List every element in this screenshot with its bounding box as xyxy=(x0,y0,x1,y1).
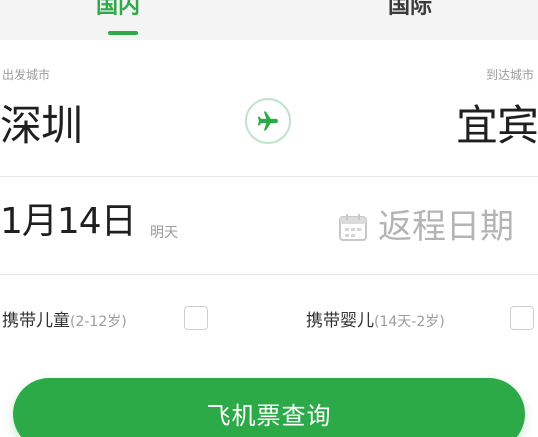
swap-cities-button[interactable] xyxy=(245,98,291,144)
infant-checkbox[interactable] xyxy=(510,306,534,330)
tab-international[interactable]: 国际 xyxy=(388,0,432,20)
departure-date[interactable]: 1月14日 xyxy=(0,198,137,246)
arrival-city[interactable]: 宜宾 xyxy=(456,98,538,154)
child-option-label: 携带儿童 xyxy=(2,311,70,331)
flight-search-button[interactable]: 飞机票查询 xyxy=(13,378,525,437)
child-checkbox[interactable] xyxy=(184,306,208,330)
active-tab-indicator xyxy=(108,31,138,35)
infant-option-label: 携带婴儿 xyxy=(306,311,374,331)
return-date-placeholder[interactable]: 返程日期 xyxy=(378,204,514,250)
departure-city-label: 出发城市 xyxy=(2,68,51,82)
infant-age-range: (14天-2岁) xyxy=(374,314,445,330)
departure-city[interactable]: 深圳 xyxy=(0,98,83,154)
calendar-icon xyxy=(339,214,367,241)
trip-type-tabs: 国内 国际 xyxy=(0,0,538,40)
divider xyxy=(0,274,538,275)
flight-search-page: 国内 国际 出发城市 到达城市 深圳 宜宾 1月14日 明天 返程日期 携带儿童… xyxy=(0,0,538,437)
tab-domestic[interactable]: 国内 xyxy=(96,0,140,20)
child-option[interactable]: 携带儿童(2-12岁) xyxy=(2,306,127,331)
child-age-range: (2-12岁) xyxy=(70,314,127,330)
plane-icon xyxy=(257,111,278,131)
arrival-city-label: 到达城市 xyxy=(485,68,534,82)
infant-option[interactable]: 携带婴儿(14天-2岁) xyxy=(306,306,445,331)
departure-date-note: 明天 xyxy=(150,225,178,241)
divider xyxy=(0,176,538,177)
